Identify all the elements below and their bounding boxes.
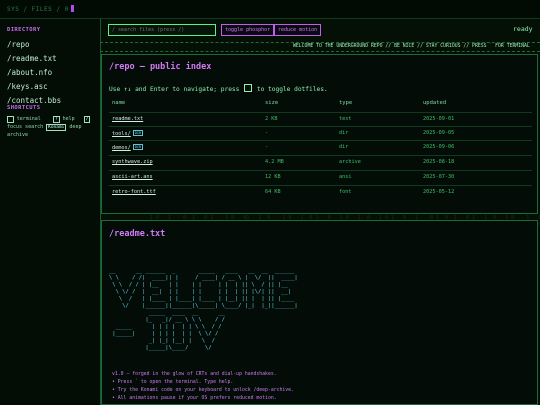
file-updated: 2025-09-06 bbox=[423, 144, 455, 150]
table-row[interactable]: demos/DIR - dir 2025-09-06 bbox=[109, 140, 532, 154]
table-row[interactable]: ascii-art.ans 12 KB ansi 2025-07-30 bbox=[109, 170, 532, 184]
blinking-cursor-icon bbox=[70, 5, 74, 12]
readme-line: • Press ` to open the terminal. Type hel… bbox=[112, 380, 234, 385]
readme-title: /readme.txt bbox=[109, 229, 166, 239]
ticker-text: WELCOME TO THE UNDERGROUND REPO // BE NI… bbox=[293, 44, 530, 49]
readme-line: v1.0 — forged in the glow of CRTs and di… bbox=[112, 372, 277, 377]
marquee-ticker: WELCOME TO THE UNDERGROUND REPO // BE NI… bbox=[100, 42, 540, 52]
readme-panel: /readme.txt __ __ ______ _ _____ ____ __… bbox=[101, 220, 538, 405]
reduce-motion-button[interactable]: reduce motion bbox=[274, 24, 322, 36]
file-name-text: demos/ bbox=[112, 145, 131, 151]
shortcut-key-help: ? bbox=[52, 116, 60, 123]
file-size: 12 KB bbox=[265, 174, 281, 180]
search-input[interactable] bbox=[108, 24, 216, 36]
table-row[interactable]: synthwave.zip 4.2 MB archive 2025-08-18 bbox=[109, 155, 532, 169]
file-type: font bbox=[339, 189, 352, 195]
sidebar-item-contact[interactable]: /contact.bbs bbox=[7, 96, 61, 105]
shortcuts-list: ` terminal ? help / focus search Konami … bbox=[7, 115, 97, 139]
col-header-type: type bbox=[339, 100, 353, 106]
ascii-art-banner: __ __ ______ _ _____ ____ __ __ ______ \… bbox=[109, 268, 298, 351]
col-header-name: name bbox=[112, 100, 126, 106]
table-row[interactable]: readme.txt 2 KB text 2025-09-01 bbox=[109, 112, 532, 126]
file-size: 2 KB bbox=[265, 116, 278, 122]
intro-text-start: Use ↑↓ and Enter to navigate; press bbox=[109, 86, 240, 93]
readme-line: • All animations pause if your OS prefer… bbox=[112, 396, 277, 401]
repo-title: /repo — public index bbox=[109, 62, 212, 72]
file-type: text bbox=[339, 116, 352, 122]
status-text: ready bbox=[513, 25, 533, 33]
shortcut-label-terminal: terminal bbox=[16, 116, 41, 122]
shortcut-label-search: focus search bbox=[7, 124, 44, 130]
readme-line: • Try the Konami code on your keyboard t… bbox=[112, 388, 294, 393]
table-row[interactable]: tools/DIR - dir 2025-09-05 bbox=[109, 126, 532, 140]
shortcut-label-help: help bbox=[62, 116, 75, 122]
repo-panel: /repo — public index Use ↑↓ and Enter to… bbox=[101, 54, 538, 214]
file-type: dir bbox=[339, 130, 349, 136]
file-type: dir bbox=[339, 144, 349, 150]
sidebar-item-repo[interactable]: /repo bbox=[7, 40, 30, 49]
col-header-updated: updated bbox=[423, 100, 447, 106]
file-size: - bbox=[265, 144, 269, 150]
dir-badge: DIR bbox=[132, 130, 144, 136]
file-name[interactable]: synthwave.zip bbox=[112, 159, 153, 165]
dotfiles-key-icon bbox=[244, 84, 253, 92]
file-name[interactable]: demos/DIR bbox=[112, 144, 144, 151]
breadcrumb: SYS / FILES / 0 bbox=[7, 5, 74, 13]
file-updated: 2025-09-05 bbox=[423, 130, 455, 136]
intro-text-end: to toggle dotfiles. bbox=[256, 86, 328, 93]
shortcut-key-terminal: ` bbox=[7, 116, 14, 123]
file-type: archive bbox=[339, 159, 361, 165]
sidebar-item-about[interactable]: /about.nfo bbox=[7, 68, 52, 77]
file-size: 64 KB bbox=[265, 189, 281, 195]
shortcut-key-search: / bbox=[83, 116, 91, 123]
file-name[interactable]: retro-font.ttf bbox=[112, 189, 156, 195]
file-updated: 2025-09-01 bbox=[423, 116, 455, 122]
sidebar-item-readme[interactable]: /readme.txt bbox=[7, 54, 57, 63]
readme-notes: v1.0 — forged in the glow of CRTs and di… bbox=[112, 371, 294, 403]
file-name-text: tools/ bbox=[112, 131, 131, 137]
file-updated: 2025-07-30 bbox=[423, 174, 455, 180]
file-size: 4.2 MB bbox=[265, 159, 284, 165]
shortcuts-heading: SHORTCUTS bbox=[7, 105, 41, 111]
sidebar: DIRECTORY /repo /readme.txt /about.nfo /… bbox=[0, 19, 101, 405]
file-size: - bbox=[265, 130, 269, 136]
dir-badge: DIR bbox=[132, 144, 144, 150]
shortcut-key-konami: Konami bbox=[46, 124, 67, 131]
file-name[interactable]: ascii-art.ans bbox=[112, 174, 153, 180]
col-header-size: size bbox=[265, 100, 279, 106]
file-name[interactable]: readme.txt bbox=[112, 116, 143, 122]
sidebar-heading: DIRECTORY bbox=[7, 27, 41, 33]
file-updated: 2025-05-12 bbox=[423, 189, 455, 195]
top-bar: SYS / FILES / 0 bbox=[0, 0, 540, 19]
file-name[interactable]: tools/DIR bbox=[112, 130, 144, 137]
file-updated: 2025-08-18 bbox=[423, 159, 455, 165]
table-row[interactable]: retro-font.ttf 64 KB font 2025-05-12 bbox=[109, 185, 532, 199]
toggle-phosphor-button[interactable]: toggle phosphor bbox=[221, 24, 275, 36]
file-type: ansi bbox=[339, 174, 352, 180]
repo-intro: Use ↑↓ and Enter to navigate; press to t… bbox=[109, 84, 328, 93]
sidebar-item-keys[interactable]: /keys.asc bbox=[7, 82, 48, 91]
